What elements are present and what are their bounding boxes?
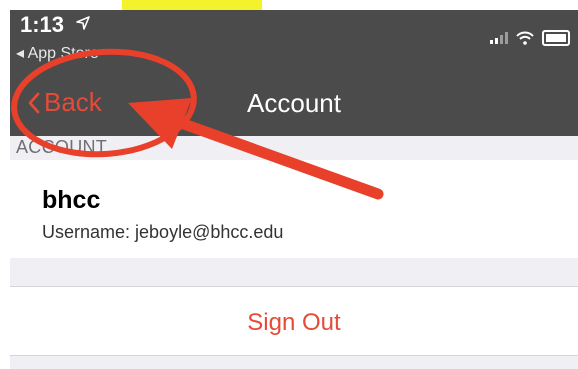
status-time: 1:13: [20, 12, 65, 37]
account-row[interactable]: bhcc Username: jeboyle@bhcc.edu: [10, 160, 578, 258]
sign-out-label: Sign Out: [247, 309, 341, 336]
section-header: ACCOUNT: [16, 137, 108, 157]
yellow-highlight: [122, 0, 262, 10]
status-icons: [490, 30, 570, 46]
location-arrow-icon: [76, 14, 90, 35]
battery-icon: [542, 30, 570, 46]
navigation-header: 1:13 ◂ App Store Back Account: [10, 10, 578, 136]
account-username: Username: jeboyle@bhcc.edu: [42, 222, 284, 242]
page-title: Account: [247, 88, 341, 118]
cellular-signal-icon: [490, 32, 508, 44]
wifi-icon: [516, 31, 534, 45]
sign-out-button[interactable]: Sign Out: [10, 286, 578, 356]
back-to-app-store-link[interactable]: ◂ App Store: [16, 43, 99, 63]
account-name: bhcc: [42, 186, 101, 214]
phone-screen: 1:13 ◂ App Store Back Account ACCOUNT bh…: [10, 10, 578, 369]
